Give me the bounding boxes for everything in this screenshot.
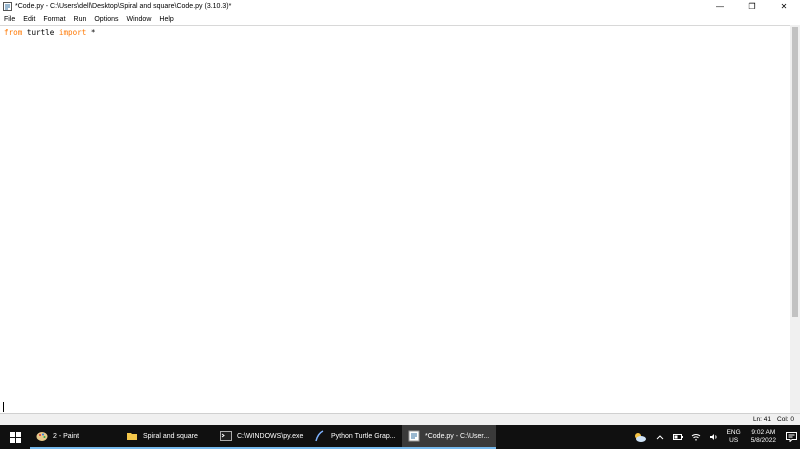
code-editor[interactable]: from turtle import * bbox=[0, 25, 790, 414]
taskbar-item-turtle-graphics[interactable]: Python Turtle Grap... bbox=[308, 425, 402, 449]
maximize-button[interactable]: ❐ bbox=[736, 0, 768, 13]
menu-format[interactable]: Format bbox=[39, 16, 69, 23]
folder-icon bbox=[126, 430, 138, 442]
text-caret bbox=[3, 402, 4, 412]
taskbar-item-console[interactable]: C:\WINDOWS\py.exe bbox=[214, 425, 308, 449]
idle-icon bbox=[408, 430, 420, 442]
menu-run[interactable]: Run bbox=[70, 16, 91, 23]
region-code: US bbox=[729, 437, 739, 444]
menu-window[interactable]: Window bbox=[122, 16, 155, 23]
console-icon bbox=[220, 430, 232, 442]
taskbar: 2 - Paint Spiral and square C:\WINDOWS\p… bbox=[0, 425, 800, 449]
keyword-import: import bbox=[58, 28, 87, 37]
battery-icon[interactable] bbox=[672, 431, 684, 443]
taskbar-item-label: Python Turtle Grap... bbox=[331, 432, 396, 440]
weather-icon[interactable] bbox=[632, 431, 648, 443]
minimize-button[interactable]: — bbox=[704, 0, 736, 13]
taskbar-item-paint[interactable]: 2 - Paint bbox=[30, 425, 120, 449]
import-star: * bbox=[86, 28, 96, 37]
scrollbar-thumb[interactable] bbox=[792, 27, 798, 317]
windows-logo-icon bbox=[9, 431, 21, 443]
code-line-1: from turtle import * bbox=[4, 28, 95, 37]
taskbar-item-label: *Code.py - C:\User... bbox=[425, 432, 490, 440]
wifi-icon[interactable] bbox=[690, 431, 702, 443]
close-button[interactable]: ✕ bbox=[768, 0, 800, 13]
feather-icon bbox=[314, 430, 326, 442]
line-number: Ln: 41 bbox=[752, 416, 772, 423]
notification-button[interactable] bbox=[782, 425, 800, 449]
language-code: ENG bbox=[726, 429, 741, 436]
chevron-up-icon[interactable] bbox=[654, 431, 666, 443]
clock-time: 9:02 AM bbox=[751, 429, 776, 436]
vertical-scrollbar[interactable] bbox=[790, 25, 800, 413]
volume-icon[interactable] bbox=[708, 431, 720, 443]
column-number: Col: 0 bbox=[777, 416, 794, 423]
window-title: *Code.py - C:\Users\dell\Desktop\Spiral … bbox=[15, 3, 232, 10]
system-tray: ENG US 9:02 AM 5/8/2022 bbox=[629, 425, 800, 449]
taskbar-item-idle-editor[interactable]: *Code.py - C:\User... bbox=[402, 425, 496, 449]
notification-icon bbox=[785, 432, 797, 442]
taskbar-item-label: Spiral and square bbox=[143, 432, 198, 440]
menu-bar: File Edit Format Run Options Window Help bbox=[0, 13, 800, 25]
window-controls: — ❐ ✕ bbox=[704, 0, 800, 13]
status-bar: Ln: 41 Col: 0 bbox=[0, 413, 800, 425]
title-bar[interactable]: *Code.py - C:\Users\dell\Desktop\Spiral … bbox=[0, 0, 800, 13]
taskbar-item-folder[interactable]: Spiral and square bbox=[120, 425, 214, 449]
taskbar-item-label: C:\WINDOWS\py.exe bbox=[237, 432, 304, 440]
clock-date: 5/8/2022 bbox=[750, 437, 776, 444]
keyword-from: from bbox=[4, 28, 23, 37]
menu-edit[interactable]: Edit bbox=[19, 16, 39, 23]
python-idle-icon bbox=[3, 2, 12, 11]
taskbar-item-label: 2 - Paint bbox=[53, 432, 80, 440]
menu-options[interactable]: Options bbox=[90, 16, 122, 23]
clock[interactable]: 9:02 AM 5/8/2022 bbox=[751, 429, 776, 445]
menu-file[interactable]: File bbox=[0, 16, 19, 23]
start-button[interactable] bbox=[0, 425, 30, 449]
menu-help[interactable]: Help bbox=[155, 16, 177, 23]
paint-icon bbox=[36, 430, 48, 442]
module-name: turtle bbox=[22, 28, 59, 37]
language-indicator[interactable]: ENG US bbox=[727, 429, 741, 445]
